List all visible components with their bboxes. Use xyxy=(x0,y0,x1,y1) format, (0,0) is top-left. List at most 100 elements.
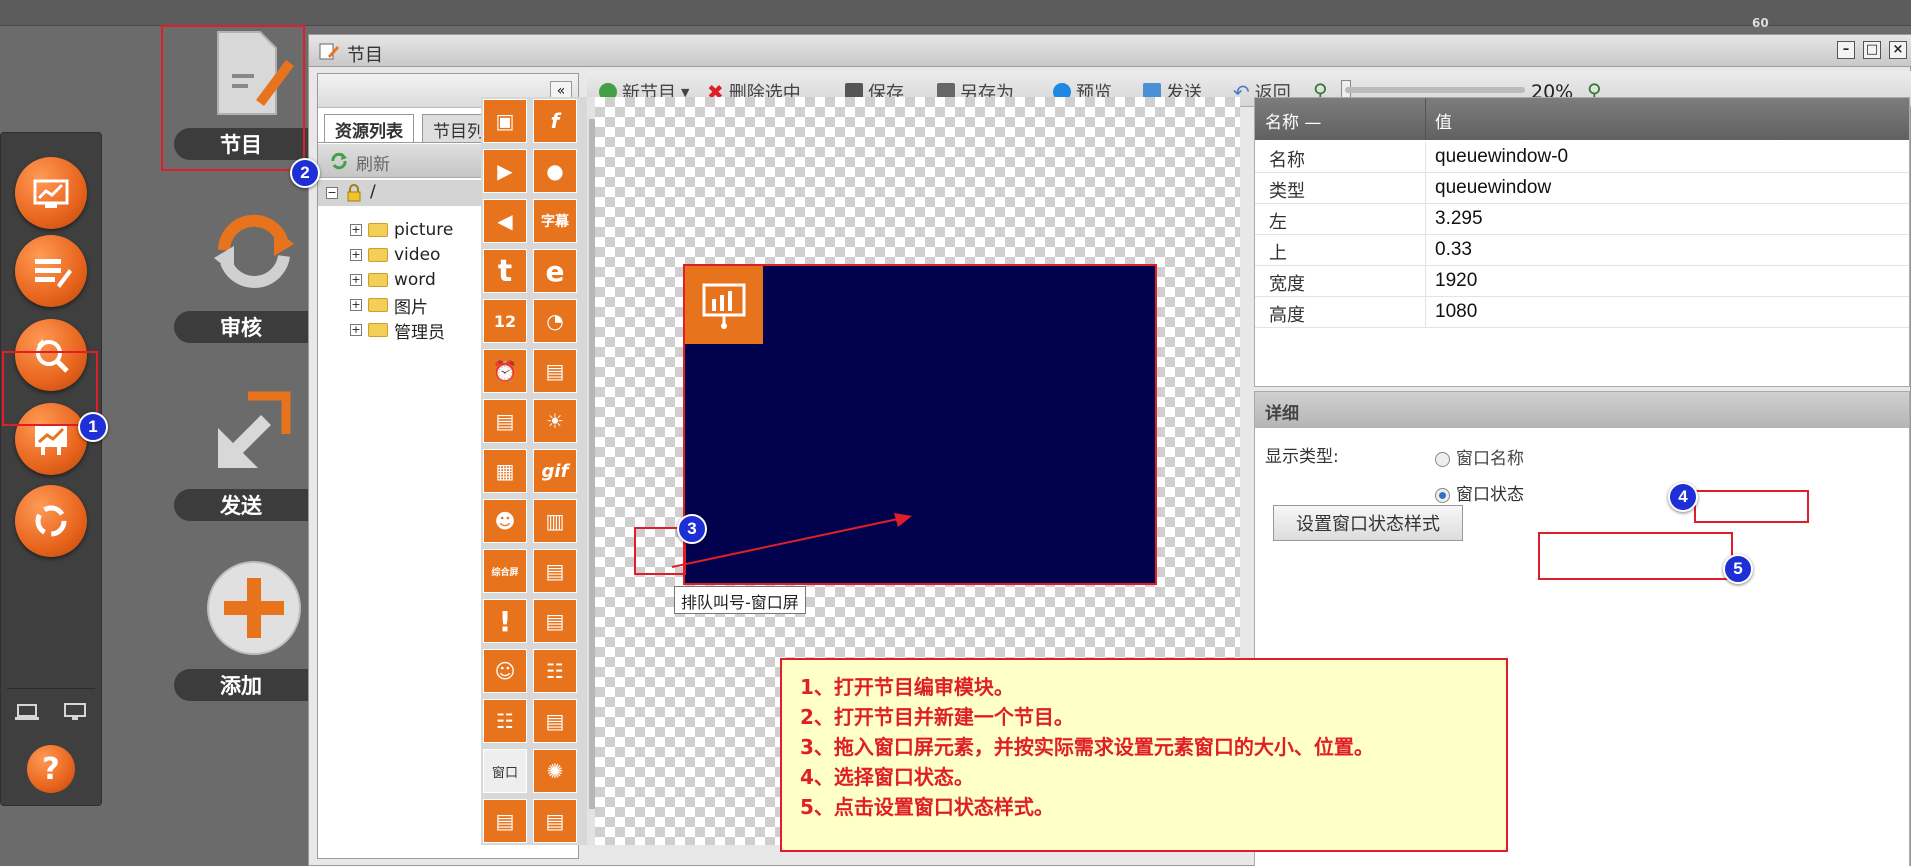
expand-toggle[interactable]: + xyxy=(350,274,362,286)
send-arrow-icon[interactable] xyxy=(204,378,304,478)
property-row[interactable]: 类型 queuewindow xyxy=(1255,173,1909,204)
property-value-header: 值 xyxy=(1435,113,1452,133)
module-review-label[interactable]: 审核 xyxy=(174,311,308,343)
weather-element-icon[interactable]: ☀ xyxy=(533,399,577,443)
tree-item-images[interactable]: + 图片 xyxy=(350,293,428,318)
set-window-status-style-button[interactable]: 设置窗口状态样式 xyxy=(1273,505,1463,541)
tree-item-word[interactable]: + word xyxy=(350,268,436,292)
staff-element-icon[interactable]: ☷ xyxy=(533,649,577,693)
property-value[interactable]: queuewindow xyxy=(1435,177,1551,199)
property-key: 上 xyxy=(1269,243,1287,264)
property-row[interactable]: 宽度 1920 xyxy=(1255,266,1909,297)
property-value[interactable]: 1080 xyxy=(1435,301,1477,323)
partial-element-icon-2[interactable]: ▤ xyxy=(533,799,577,843)
property-row[interactable]: 左 3.295 xyxy=(1255,204,1909,235)
property-value[interactable]: 0.33 xyxy=(1435,239,1472,261)
flash-element-icon[interactable]: f xyxy=(533,99,577,143)
folder-element-icon[interactable]: ▤ xyxy=(533,349,577,393)
instruction-step: 4、选择窗口状态。 xyxy=(800,765,974,789)
property-name-header[interactable]: 名称 — xyxy=(1265,108,1321,133)
row-divider xyxy=(1425,266,1426,297)
property-row[interactable]: 名称 queuewindow-0 xyxy=(1255,142,1909,173)
question-icon: ? xyxy=(42,751,60,787)
tree-item-video[interactable]: + video xyxy=(350,243,440,267)
partial-element-icon[interactable]: ▤ xyxy=(483,799,527,843)
text-element-icon[interactable]: t xyxy=(483,249,527,293)
staff-list-element-icon[interactable]: ☷ xyxy=(483,699,527,743)
composite-screen-element-icon[interactable]: 综合屏 xyxy=(483,549,527,593)
help-button[interactable]: ? xyxy=(27,745,75,793)
expand-toggle[interactable]: + xyxy=(350,249,362,261)
property-value[interactable]: 1920 xyxy=(1435,270,1477,292)
header-divider xyxy=(1425,98,1426,140)
row-divider xyxy=(1425,173,1426,204)
zoom-slider[interactable] xyxy=(1345,87,1525,93)
folder-icon xyxy=(368,298,388,312)
minimize-button[interactable]: – xyxy=(1837,41,1855,59)
element-palette: ▣ f ▶ ● ◀ 字幕 t e 12 ◔ ⏰ ▤ ▤ ☀ ▦ gif ☻ ▥ … xyxy=(481,97,599,845)
web-element-icon[interactable]: e xyxy=(533,249,577,293)
module-send-label[interactable]: 发送 xyxy=(174,489,308,521)
display-type-label: 显示类型: xyxy=(1265,447,1339,467)
property-row[interactable]: 上 0.33 xyxy=(1255,235,1909,266)
detail-header: 详细 xyxy=(1255,392,1909,428)
tab-resource-list[interactable]: 资源列表 xyxy=(324,114,414,142)
queue-window-element-icon[interactable]: ▥ xyxy=(533,499,577,543)
desktop-icon[interactable] xyxy=(63,703,87,721)
people-element-icon[interactable]: ☻ xyxy=(483,499,527,543)
rail-recycle-button[interactable] xyxy=(15,485,87,557)
loading-element-icon[interactable]: ✺ xyxy=(533,749,577,793)
clock-element-icon[interactable]: ◔ xyxy=(533,299,577,343)
property-key: 左 xyxy=(1269,212,1287,233)
radio-window-status[interactable]: 窗口状态 xyxy=(1435,480,1524,505)
smiley-element-icon[interactable]: ☺ xyxy=(483,649,527,693)
tree-item-label: picture xyxy=(394,220,454,240)
calendar-element-icon[interactable]: ▦ xyxy=(483,449,527,493)
instruction-step: 5、点击设置窗口状态样式。 xyxy=(800,795,1054,819)
laptop-icon[interactable] xyxy=(15,703,39,721)
gif-element-icon[interactable]: gif xyxy=(533,449,577,493)
image-element-icon[interactable]: ▣ xyxy=(483,99,527,143)
alert-element-icon[interactable]: ! xyxy=(483,599,527,643)
property-key: 名称 xyxy=(1269,150,1305,171)
maximize-button[interactable]: □ xyxy=(1863,41,1881,59)
audio-element-icon[interactable]: ◀ xyxy=(483,199,527,243)
folder-element-icon-3[interactable]: ▤ xyxy=(533,599,577,643)
tree-item-picture[interactable]: + picture xyxy=(350,218,453,242)
subtitle-element-icon[interactable]: 字幕 xyxy=(533,199,577,243)
radio-button[interactable] xyxy=(1435,451,1450,467)
close-button[interactable]: × xyxy=(1889,41,1907,59)
tree-item-admin[interactable]: + 管理员 xyxy=(350,318,445,343)
add-plus-icon[interactable] xyxy=(204,558,304,658)
collapse-root-toggle[interactable]: − xyxy=(326,187,338,199)
folder-element-icon-2[interactable]: ▤ xyxy=(533,549,577,593)
document-element-icon[interactable]: ▤ xyxy=(483,399,527,443)
highlight-style-button xyxy=(1538,532,1733,580)
property-row[interactable]: 高度 1080 xyxy=(1255,297,1909,328)
property-value[interactable]: queuewindow-0 xyxy=(1435,146,1568,168)
property-key: 高度 xyxy=(1269,305,1305,326)
expand-toggle[interactable]: + xyxy=(350,224,362,236)
step-badge-3: 3 xyxy=(677,514,707,544)
folder-element-icon-4[interactable]: ▤ xyxy=(533,699,577,743)
date-element-icon[interactable]: 12 xyxy=(483,299,527,343)
expand-toggle[interactable]: + xyxy=(350,299,362,311)
rail-edit-list-button[interactable] xyxy=(15,235,87,307)
rail-monitor-button[interactable] xyxy=(15,157,87,229)
expand-toggle[interactable]: + xyxy=(350,324,362,336)
alarm-element-icon[interactable]: ⏰ xyxy=(483,349,527,393)
tree-item-label: video xyxy=(394,245,441,265)
camera-element-icon[interactable]: ● xyxy=(533,149,577,193)
tree-item-label: word xyxy=(394,270,436,290)
video-element-icon[interactable]: ▶ xyxy=(483,149,527,193)
tree-item-label: 管理员 xyxy=(394,322,445,343)
review-cycle-icon[interactable] xyxy=(204,200,304,300)
module-add-label[interactable]: 添加 xyxy=(174,669,308,701)
property-value[interactable]: 3.295 xyxy=(1435,208,1483,230)
row-divider xyxy=(1425,204,1426,235)
radio-window-name[interactable]: 窗口名称 xyxy=(1435,444,1524,469)
radio-button-selected[interactable] xyxy=(1435,487,1450,503)
instruction-note: 1、打开节目编审模块。 2、打开节目并新建一个节目。 3、拖入窗口屏元素，并按实… xyxy=(780,658,1508,852)
recycle-icon xyxy=(35,505,67,537)
broken-image-element[interactable]: 窗口 xyxy=(483,749,527,793)
